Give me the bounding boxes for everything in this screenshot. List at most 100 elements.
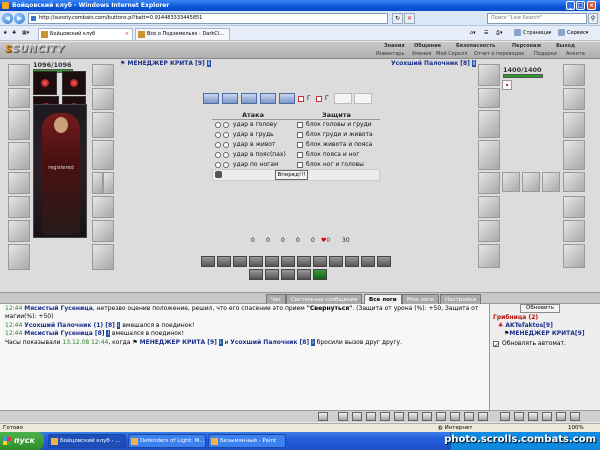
strike-icon-3[interactable] <box>241 93 257 104</box>
tab-list-icon[interactable]: ▦▾ <box>22 28 29 39</box>
print-icon[interactable]: ⎙▾ <box>496 28 503 39</box>
right-misc-slot[interactable] <box>563 172 585 192</box>
left-leg-slot[interactable] <box>92 140 114 170</box>
toolbar-button-13[interactable] <box>500 412 510 421</box>
right-offhand-slot[interactable] <box>563 112 585 138</box>
right-necklace-slot[interactable] <box>478 88 500 108</box>
tab-combats[interactable]: Бойцовский клуб × <box>38 28 133 40</box>
menu-security[interactable]: Безопасность <box>456 43 495 49</box>
bracer-slot[interactable] <box>8 196 30 218</box>
favorites-star-icon[interactable]: ★ <box>3 28 7 39</box>
toolbar-button-7[interactable] <box>408 412 418 421</box>
tab-my-logs[interactable]: Мои логи <box>402 294 439 304</box>
right-belt-slot[interactable] <box>478 172 500 194</box>
skill-icon-4[interactable] <box>249 256 263 267</box>
toolbar-button-4[interactable] <box>366 412 376 421</box>
skill-icon-17[interactable] <box>313 269 327 280</box>
close-button[interactable]: × <box>587 1 596 10</box>
toolbar-button-11[interactable] <box>464 412 474 421</box>
forward-button[interactable]: ▶ <box>14 13 25 24</box>
left-boots2-slot[interactable] <box>92 220 114 242</box>
defense-option-2[interactable]: блок груди и живота <box>297 131 373 138</box>
tab-settings[interactable]: Настройки <box>440 294 482 304</box>
toolbar-button-5[interactable] <box>380 412 390 421</box>
task-combats[interactable]: Бойцовский клуб - ... <box>48 434 126 448</box>
left-sword-slot[interactable] <box>92 88 114 110</box>
left-earring-slot[interactable] <box>92 64 114 86</box>
right-armor-slot[interactable] <box>478 140 500 170</box>
go-button[interactable]: Вперед!!! <box>275 170 308 180</box>
helmet-slot[interactable] <box>8 64 30 86</box>
toolbar-button-14[interactable] <box>514 412 524 421</box>
skill-icon-13[interactable] <box>249 269 263 280</box>
right-legs-slot[interactable] <box>563 220 585 242</box>
attack-option-groin[interactable]: удар в пояс(пах) <box>215 151 286 158</box>
defense-option-3[interactable]: блок живота и пояса <box>297 141 372 148</box>
add-favorite-icon[interactable]: ✚ <box>12 28 16 39</box>
toolbar-button-3[interactable] <box>352 412 362 421</box>
auto-refresh-option[interactable]: ✓ Обновлять автомат. <box>493 340 566 349</box>
attack-option-legs[interactable]: удар по ногам <box>215 161 278 168</box>
right-gloves-slot[interactable] <box>478 220 500 242</box>
submenu-skills[interactable]: Умения <box>412 51 431 57</box>
toolbar-button-18[interactable] <box>570 412 580 421</box>
shield-slot[interactable] <box>8 244 30 270</box>
weapon-slot[interactable] <box>8 110 30 140</box>
tab-darkclan[interactable]: Все о Подземельях - DarkCl... <box>135 28 230 40</box>
menu-communication[interactable]: Общение <box>414 43 441 49</box>
start-button[interactable]: пуск <box>0 432 44 450</box>
submenu-gifts[interactable]: Подарки <box>534 51 557 57</box>
online-user-1[interactable]: ♣ AKTefaktos[9] <box>498 322 553 329</box>
empty-strike-slot-1[interactable] <box>334 93 352 104</box>
left-offhand-slot[interactable] <box>92 112 114 138</box>
toolbar-button-16[interactable] <box>542 412 552 421</box>
skill-icon-7[interactable] <box>297 256 311 267</box>
info-icon[interactable]: i <box>206 60 211 67</box>
right-sword-slot[interactable] <box>563 88 585 110</box>
defense-option-5[interactable]: блок ног и головы <box>297 161 364 168</box>
home-icon[interactable]: ⌂▾ <box>470 28 476 39</box>
strike-icon-5[interactable] <box>279 93 295 104</box>
right-ring-slot-2[interactable] <box>522 172 540 192</box>
feeds-icon[interactable]: ☰ <box>484 28 488 39</box>
address-input[interactable]: http://sunoty.combats.com/buttons.pl?bat… <box>28 13 388 24</box>
page-menu[interactable]: Страница▾ <box>514 28 551 39</box>
left-misc-slot-1[interactable] <box>92 172 103 194</box>
defense-option-1[interactable]: блок головы и груди <box>297 121 372 128</box>
skill-icon-11[interactable] <box>361 256 375 267</box>
skill-icon-1[interactable] <box>201 256 215 267</box>
skill-icon-5[interactable] <box>265 256 279 267</box>
search-icon[interactable]: ⚲ <box>588 13 598 24</box>
skill-icon-16[interactable] <box>297 269 311 280</box>
skill-icon-14[interactable] <box>265 269 279 280</box>
search-input[interactable]: Поиск "Live Search" <box>487 13 587 24</box>
strike-icon-2[interactable] <box>222 93 238 104</box>
strike-icon-4[interactable] <box>260 93 276 104</box>
left-player-name[interactable]: ⚑ МЕНЕДЖЕР КРИТА [9] i <box>120 60 211 67</box>
tab-system-messages[interactable]: Системные сообщения <box>286 294 363 304</box>
right-earring-slot[interactable] <box>563 64 585 86</box>
back-button[interactable]: ◀ <box>2 13 13 24</box>
submenu-scroll[interactable]: Мой Скролл <box>436 51 467 57</box>
refresh-button[interactable]: Обновить <box>520 304 560 313</box>
belt-slot[interactable] <box>8 172 30 194</box>
empty-strike-slot-2[interactable] <box>354 93 372 104</box>
right-ring-slot-1[interactable] <box>502 172 520 192</box>
left-legs-slot[interactable] <box>92 244 114 270</box>
attack-option-chest[interactable]: удар в грудь <box>215 131 274 138</box>
refresh-icon[interactable]: ↻ <box>392 13 403 24</box>
submenu-transfers[interactable]: Отчет о переводах <box>474 51 524 57</box>
menu-exit[interactable]: Выход <box>556 43 575 49</box>
task-defenders[interactable]: Defenders of Light: M... <box>128 434 206 448</box>
skill-icon-3[interactable] <box>233 256 247 267</box>
right-ring-slot-3[interactable] <box>542 172 560 192</box>
tab-all-logs[interactable]: Все логи <box>364 294 402 304</box>
skill-icon-2[interactable] <box>217 256 231 267</box>
right-leg-slot[interactable] <box>563 140 585 170</box>
right-boots-slot[interactable] <box>478 244 500 268</box>
gloves-slot[interactable] <box>8 220 30 242</box>
right-bracer-slot[interactable] <box>478 196 500 218</box>
info-icon[interactable]: i <box>472 60 477 67</box>
strike-icon-1[interactable] <box>203 93 219 104</box>
right-helmet-slot[interactable] <box>478 64 500 86</box>
